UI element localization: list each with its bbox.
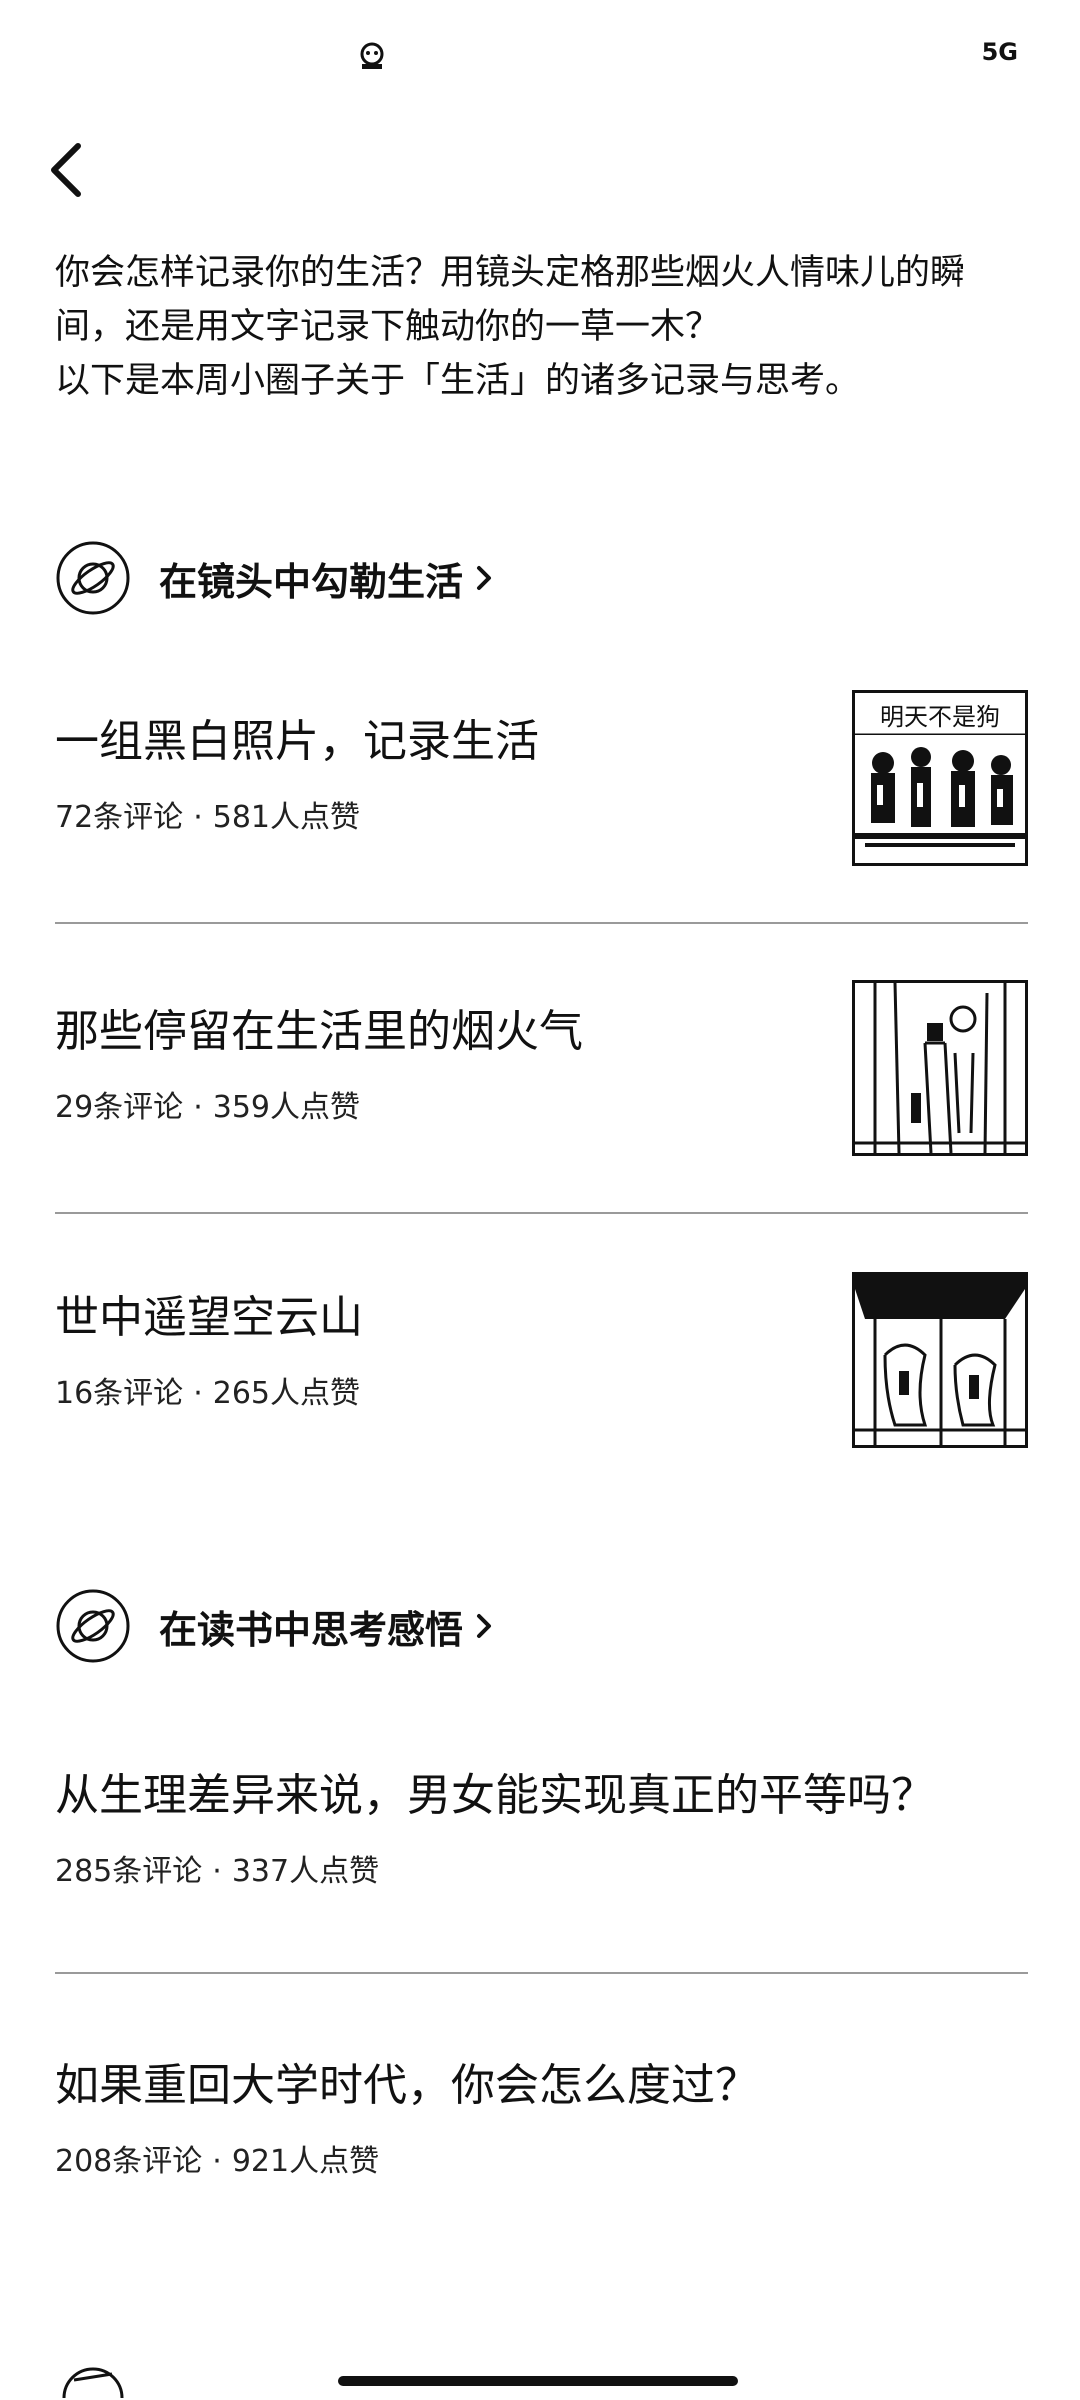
planet-icon — [56, 1589, 130, 1663]
like-count: 337人点赞 — [231, 1854, 380, 1889]
meta-separator: · — [212, 1854, 222, 1889]
item-meta: 208条评论 · 921人点赞 — [55, 2136, 1028, 2180]
intro-line: 以下是本周小圈子关于「生活」的诸多记录与思考。 — [55, 361, 861, 401]
thumbnail-sign-text: 明天不是狗 — [880, 703, 1000, 731]
meta-separator: · — [193, 1090, 203, 1125]
section-header-reading[interactable]: 在读书中思考感悟 — [55, 1586, 495, 1666]
like-count: 265人点赞 — [212, 1376, 360, 1411]
thumbnail-image: 明天不是狗 — [855, 693, 1025, 863]
chevron-right-icon — [477, 1614, 492, 1638]
item-meta: 285条评论 · 337人点赞 — [55, 1846, 1028, 1890]
list-item[interactable]: 那些停留在生活里的烟火气 29条评论 · 359人点赞 — [55, 980, 1028, 1156]
comment-count: 16条评论 — [55, 1376, 184, 1411]
section-header-camera[interactable]: 在镜头中勾勒生活 — [55, 538, 495, 618]
item-thumbnail — [852, 1272, 1028, 1448]
chevron-left-icon — [51, 143, 81, 197]
item-title: 从生理差异来说，男女能实现真正的平等吗？ — [55, 1770, 935, 1821]
section-label: 在镜头中勾勒生活 — [159, 559, 464, 604]
comment-count: 208条评论 — [55, 2144, 203, 2179]
meta-separator: · — [193, 800, 203, 835]
like-count: 581人点赞 — [212, 800, 360, 835]
item-title: 如果重回大学时代，你会怎么度过？ — [55, 2060, 759, 2111]
like-count: 359人点赞 — [212, 1090, 360, 1125]
item-thumbnail — [852, 980, 1028, 1156]
network-indicator: 5G — [981, 38, 1018, 66]
comment-count: 72条评论 — [55, 800, 184, 835]
list-item[interactable]: 世中遥望空云山 16条评论 · 265人点赞 — [55, 1272, 1028, 1448]
section-label: 在读书中思考感悟 — [159, 1607, 464, 1652]
notification-app-icon — [360, 42, 384, 69]
intro-line: 间，还是用文字记录下触动你的一草一木？ — [55, 307, 721, 347]
list-item[interactable]: 如果重回大学时代，你会怎么度过？ 208条评论 · 921人点赞 — [55, 2058, 1028, 2180]
chevron-right-icon — [477, 566, 492, 590]
back-button[interactable] — [40, 130, 100, 210]
thumbnail-image — [855, 983, 1025, 1153]
page: 5G 你会怎样记录你的生活？用镜头定格那些烟火人情味儿的瞬 间，还是用文字记录下… — [0, 0, 1080, 2400]
home-indicator[interactable] — [338, 2376, 738, 2386]
list-item[interactable]: 一组黑白照片，记录生活 72条评论 · 581人点赞 明天不是狗 — [55, 690, 1028, 866]
intro-text: 你会怎样记录你的生活？用镜头定格那些烟火人情味儿的瞬 间，还是用文字记录下触动你… — [55, 246, 1035, 408]
divider — [55, 1212, 1028, 1214]
intro-line: 你会怎样记录你的生活？用镜头定格那些烟火人情味儿的瞬 — [55, 253, 966, 293]
like-count: 921人点赞 — [231, 2144, 380, 2179]
thumbnail-image — [855, 1275, 1025, 1445]
planet-icon — [62, 2367, 124, 2399]
comment-count: 285条评论 — [55, 1854, 203, 1889]
comment-count: 29条评论 — [55, 1090, 184, 1125]
list-item[interactable]: 从生理差异来说，男女能实现真正的平等吗？ 285条评论 · 337人点赞 — [55, 1768, 1028, 1890]
planet-icon — [56, 541, 130, 615]
item-thumbnail: 明天不是狗 — [852, 690, 1028, 866]
divider — [55, 1972, 1028, 1974]
divider — [55, 922, 1028, 924]
meta-separator: · — [212, 2144, 222, 2179]
meta-separator: · — [193, 1376, 203, 1411]
status-bar: 5G — [0, 0, 1080, 110]
